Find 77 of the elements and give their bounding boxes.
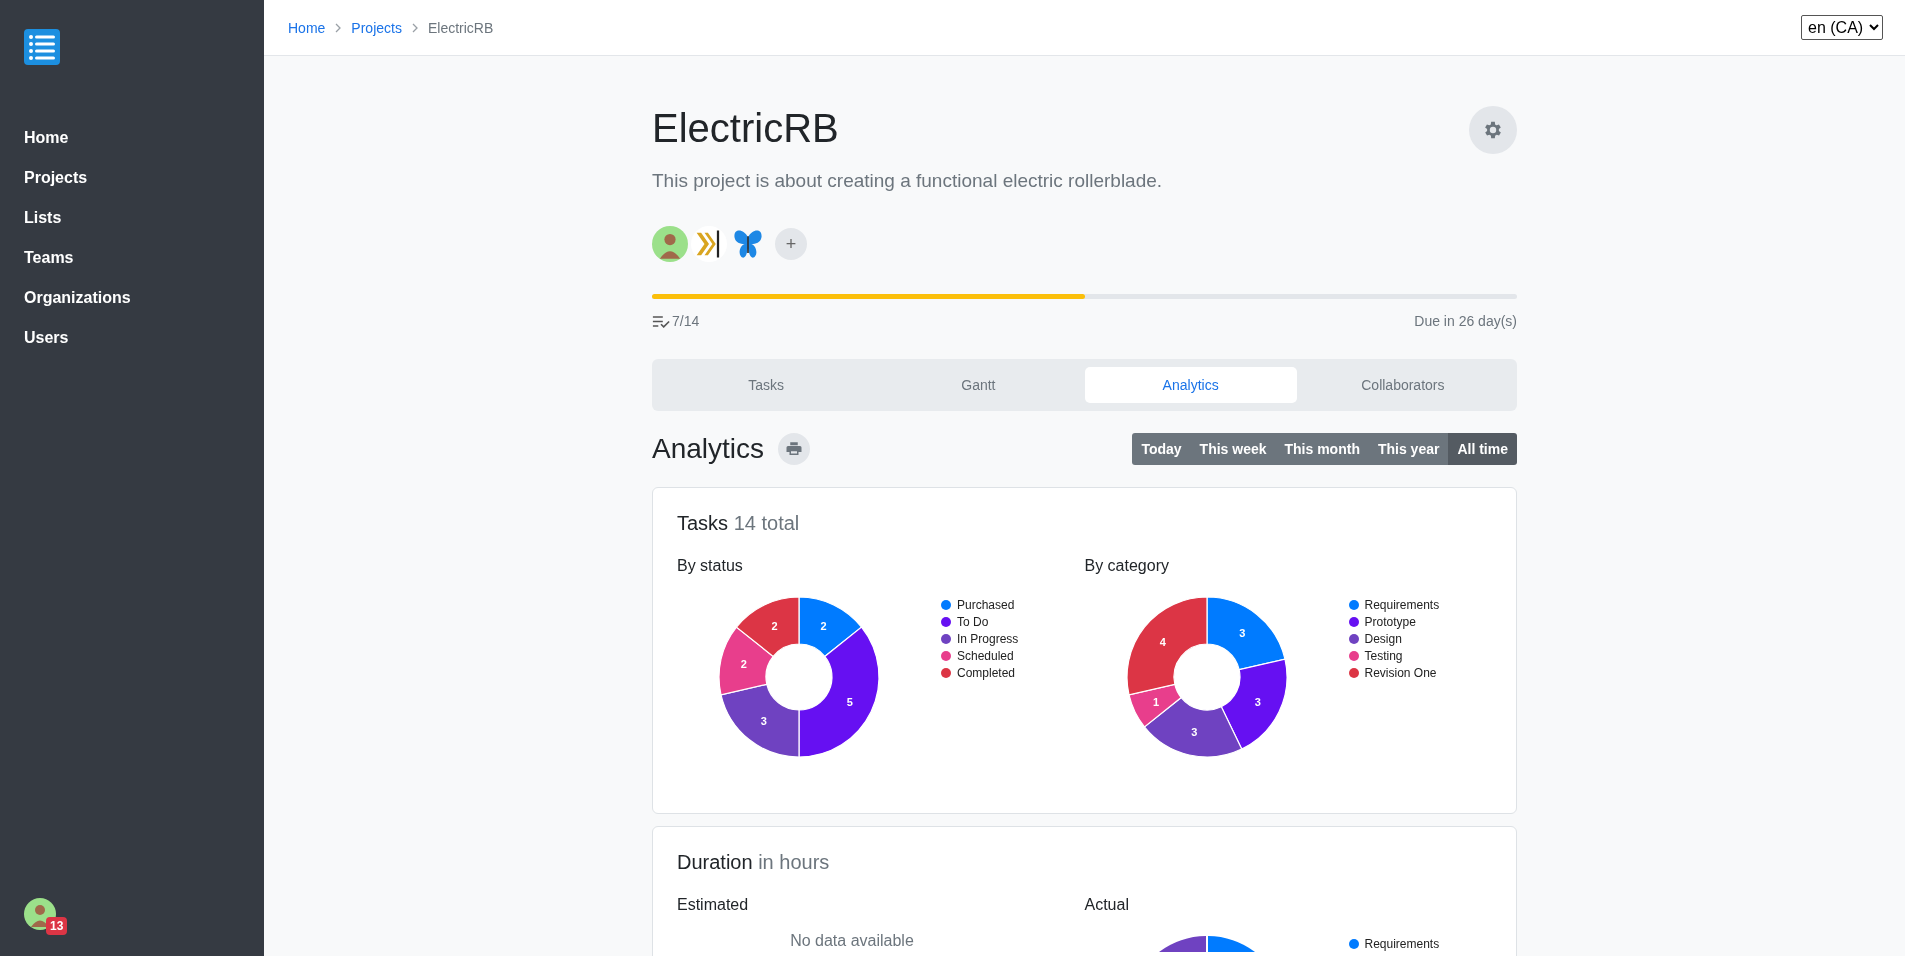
slice-label: 3 [1238,626,1245,639]
range-button[interactable]: This week [1190,433,1276,465]
legend-dot [1348,600,1359,610]
chevron-right-icon [335,22,342,33]
chevron-right-icon [411,22,418,33]
slice-label: 2 [740,658,747,671]
settings-button[interactable] [1469,106,1517,154]
legend-dot [941,600,951,610]
legend-label[interactable]: Purchased [957,598,1015,612]
section-title: Analytics [652,433,765,465]
language-select[interactable]: en (CA) [1801,15,1883,40]
card-title: Duration [677,851,753,873]
nav-link[interactable]: Organizations [24,280,131,316]
tab[interactable]: Analytics [1084,367,1297,403]
settings-icon [1482,119,1504,141]
legend-label[interactable]: Testing [1364,649,1403,663]
printer-icon [785,440,804,458]
nav-link[interactable]: Teams [24,240,74,276]
breadcrumb-link[interactable]: Home [288,19,326,36]
slice-label: 3 [1254,695,1261,708]
nav-link[interactable]: Lists [24,200,62,236]
card-subtitle: 14 total [733,512,800,534]
tab[interactable]: Collaborators [1296,367,1509,403]
slice-label: 3 [1190,726,1197,739]
empty-message: No data available [789,932,915,950]
legend-dot [1348,634,1359,644]
range-button[interactable]: This month [1275,433,1369,465]
donut-slice [718,626,774,696]
legend-label[interactable]: In Progress [957,632,1019,646]
chart-heading: Estimated [677,896,750,914]
tab[interactable]: Tasks [660,367,873,403]
list-logo-icon[interactable] [24,29,60,65]
slice-label: 5 [846,695,853,708]
project-title: ElectricRB [652,105,839,152]
range-button[interactable]: All time [1448,433,1517,465]
legend-dot [1348,617,1359,627]
slice-label: 3 [760,715,767,728]
nav-link[interactable]: Users [24,320,69,356]
tab[interactable]: Gantt [872,367,1085,403]
range-button[interactable]: Today [1132,433,1191,465]
legend-dot [1348,651,1359,661]
slice-label: 1 [1152,695,1159,708]
checklist-icon [652,314,670,328]
chart-heading: By category [1084,557,1170,575]
legend-label[interactable]: To Do [957,615,989,629]
legend-dot [941,617,951,627]
legend-label[interactable]: Revision One [1364,666,1437,680]
chart-heading: Actual [1084,896,1130,914]
legend-dot [941,651,951,661]
breadcrumb-link[interactable]: Projects [351,19,402,36]
member-avatar[interactable] [691,226,727,262]
slice-label: 4 [1159,635,1166,648]
legend-label[interactable]: Prototype [1364,615,1416,629]
slice-label: 2 [820,620,827,633]
legend-label[interactable]: Design [1364,632,1402,646]
card-title: Tasks [677,512,729,534]
legend-dot [1348,939,1359,949]
add-member-button[interactable]: + [775,228,807,260]
card-subtitle: in hours [758,851,830,873]
legend-label[interactable]: Scheduled [957,649,1014,663]
nav-link[interactable]: Home [24,120,69,156]
chart-heading: By status [677,557,744,575]
legend-dot [1348,668,1359,678]
notification-badge: 13 [46,917,68,935]
print-button[interactable] [778,433,811,465]
project-description: This project is about creating a functional electric rollerblade. [652,170,1164,192]
legend-dot [941,668,951,678]
legend-label[interactable]: Requirements [1364,598,1440,612]
legend-dot [941,634,951,644]
slice-label: 2 [771,620,778,633]
breadcrumb-current: ElectricRB [427,19,494,36]
nav-link[interactable]: Projects [24,160,88,196]
task-count: 7/14 [672,313,700,329]
due-date: Due in 26 day(s) [1414,313,1517,329]
range-button[interactable]: This year [1368,433,1449,465]
legend-label[interactable]: Requirements [1364,937,1440,951]
legend-label[interactable]: Completed [957,666,1016,680]
